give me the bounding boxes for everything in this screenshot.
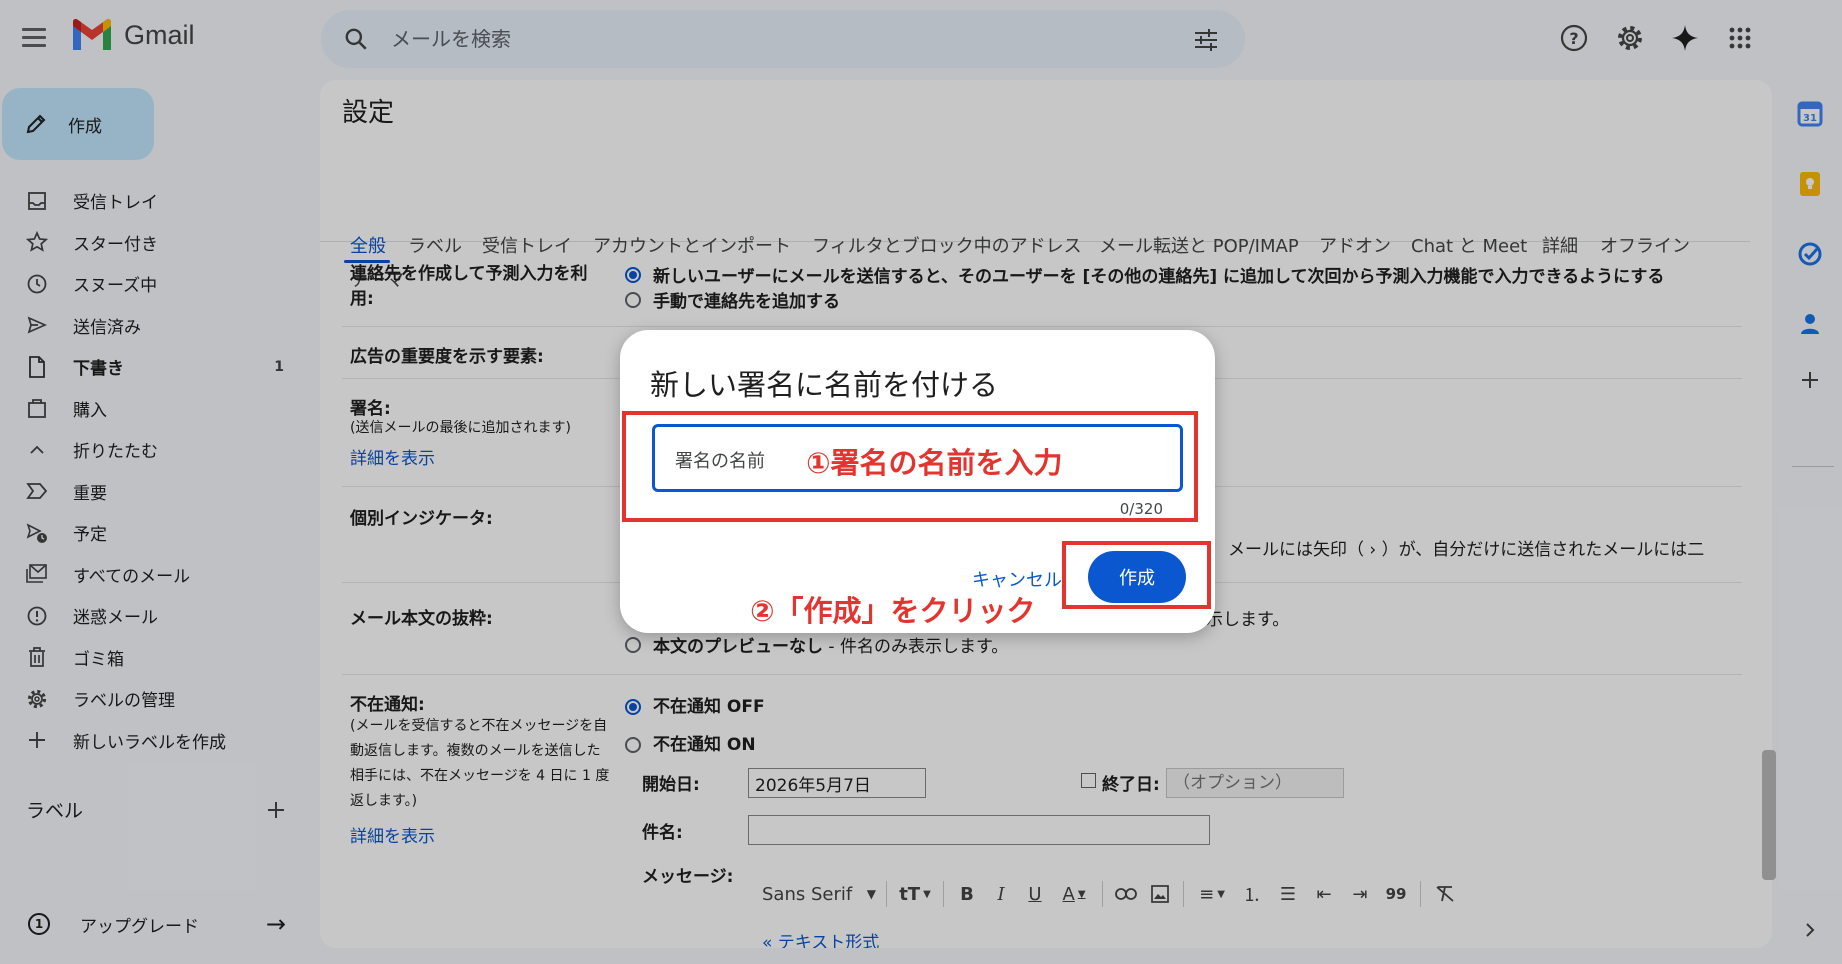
annotation-step2-text: ②「作成」をクリック xyxy=(750,594,1036,628)
annotation-box-create-button xyxy=(1062,541,1211,609)
dialog-title: 新しい署名に名前を付ける xyxy=(650,368,999,402)
annotation-step1-text: ①署名の名前を入力 xyxy=(806,446,1063,480)
